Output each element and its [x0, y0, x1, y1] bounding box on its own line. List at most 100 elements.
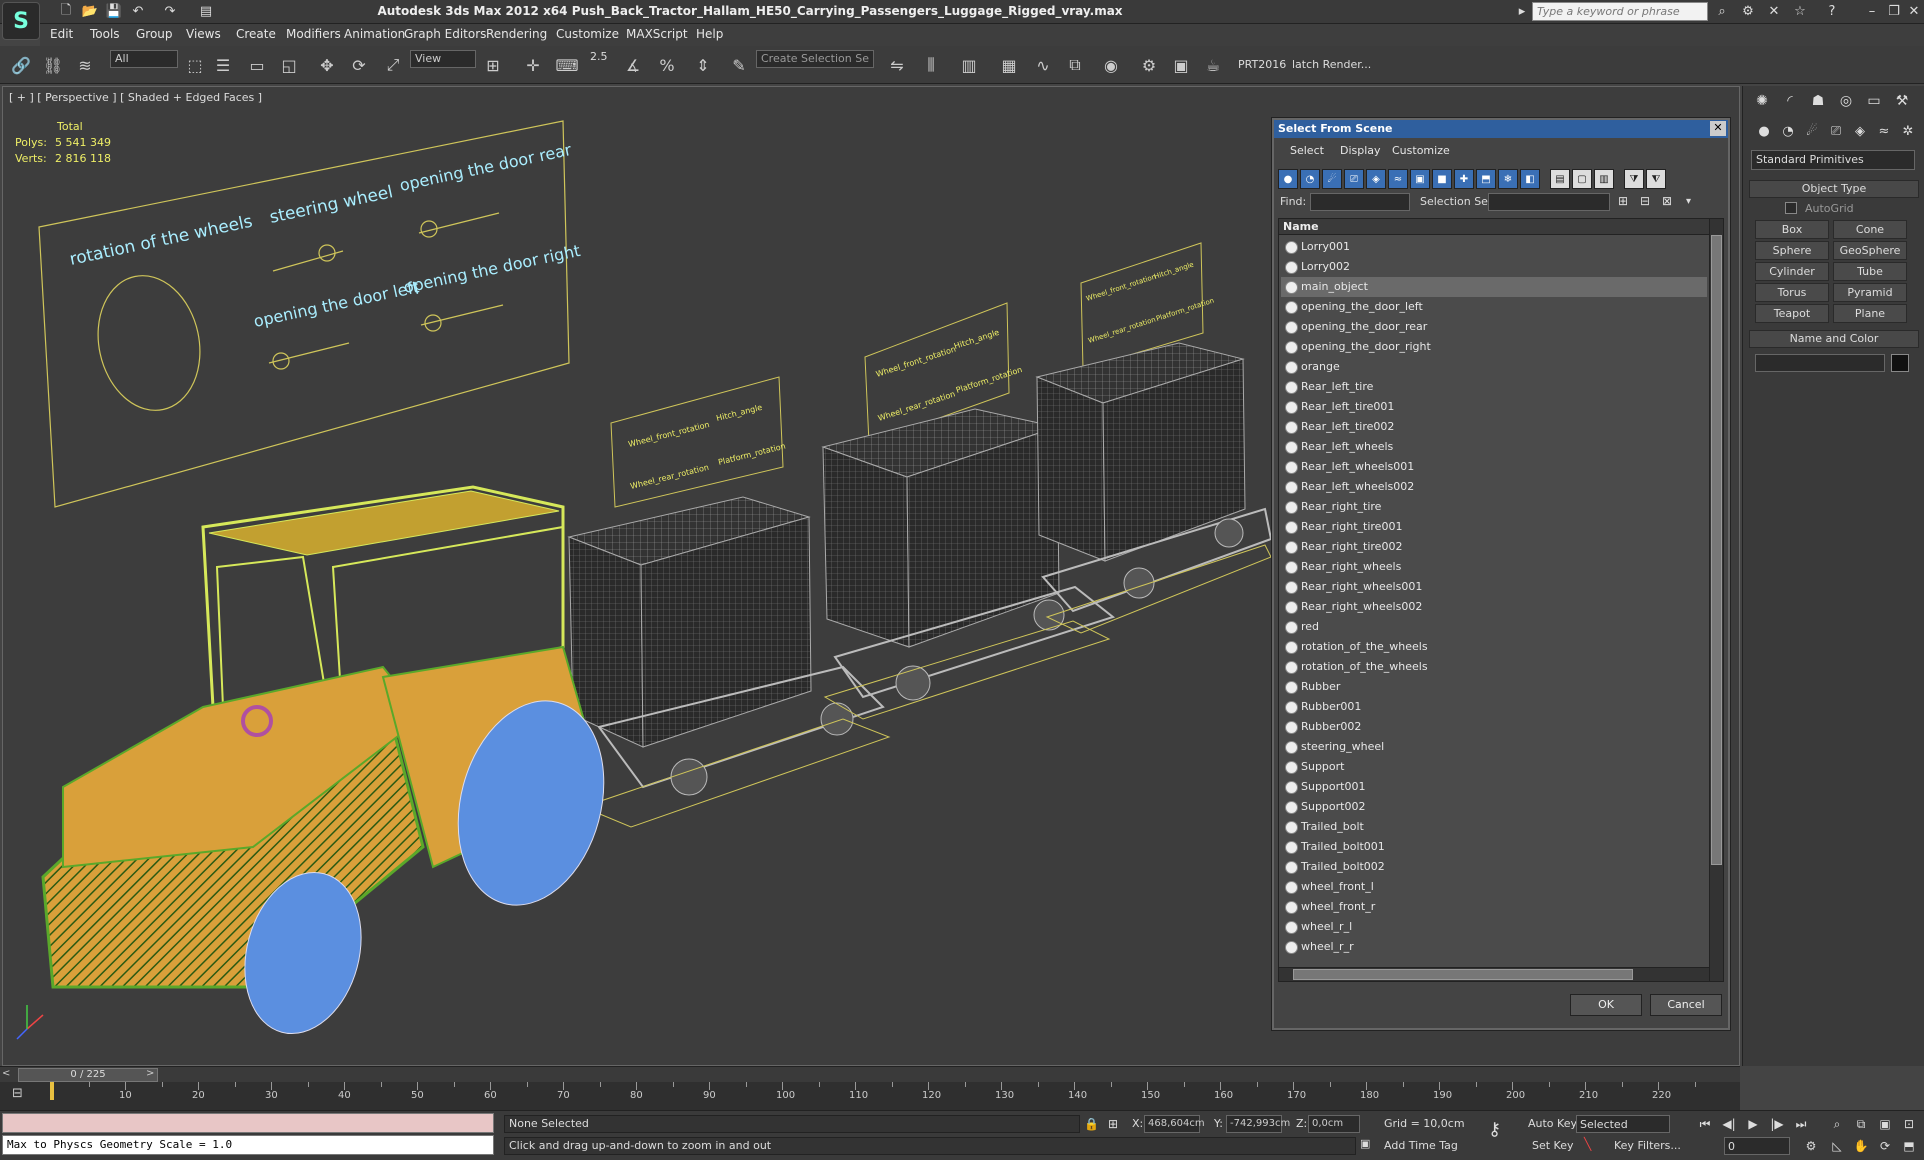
object-color-swatch[interactable] [1891, 354, 1909, 372]
zoom-icon[interactable]: ⌕ [1826, 1115, 1848, 1133]
tube-button[interactable]: Tube [1833, 262, 1907, 281]
time-slider-thumb[interactable]: 0 / 225 [18, 1068, 158, 1082]
current-frame-input[interactable]: 0 [1724, 1137, 1790, 1155]
curve-editor-icon[interactable]: ∿ [1030, 52, 1056, 78]
list-item[interactable]: Rear_right_tire002 [1281, 537, 1707, 557]
list-item[interactable]: Rear_left_wheels001 [1281, 457, 1707, 477]
filter-geometry-icon[interactable]: ● [1278, 169, 1298, 189]
select-object-icon[interactable]: ⬚ [182, 52, 208, 78]
list-item[interactable]: Rear_right_tire [1281, 497, 1707, 517]
time-tag-icon[interactable]: ▣ [1360, 1137, 1370, 1150]
filter-shapes-icon[interactable]: ◔ [1300, 169, 1320, 189]
filter-containers-icon[interactable]: ⬒ [1476, 169, 1496, 189]
menu-rendering[interactable]: Rendering [486, 27, 547, 41]
list-item[interactable]: Rear_right_tire001 [1281, 517, 1707, 537]
fov-icon[interactable]: ◺ [1826, 1137, 1848, 1155]
vertical-scroll-thumb[interactable] [1711, 235, 1722, 865]
list-item[interactable]: main_object [1281, 277, 1707, 297]
app-logo-icon[interactable]: S [2, 2, 40, 40]
pyramid-button[interactable]: Pyramid [1833, 283, 1907, 302]
go-to-end-icon[interactable]: ⏭ [1790, 1115, 1812, 1133]
menu-customize[interactable]: Customize [556, 27, 619, 41]
ok-button[interactable]: OK [1570, 994, 1642, 1016]
project-folder-icon[interactable]: ▤ [196, 2, 216, 21]
shapes-icon[interactable]: ◔ [1777, 120, 1799, 142]
next-frame-icon[interactable]: |▶ [1766, 1115, 1788, 1133]
menu-animation[interactable]: Animation [344, 27, 405, 41]
play-icon[interactable]: ▶ [1742, 1115, 1764, 1133]
select-all-icon[interactable]: ▤ [1550, 169, 1570, 189]
key-icon[interactable]: ⚷ [1488, 1119, 1501, 1140]
schematic-icon[interactable]: ⧉ [1062, 52, 1088, 78]
hierarchy-tab-icon[interactable]: ☗ [1805, 90, 1831, 112]
list-item[interactable]: Rubber002 [1281, 717, 1707, 737]
new-file-icon[interactable]: 🗋 [56, 2, 76, 21]
ref-coord-select[interactable]: View [410, 50, 476, 68]
find-input[interactable] [1310, 193, 1410, 211]
modify-tab-icon[interactable]: ◜ [1777, 90, 1803, 112]
list-item[interactable]: Support001 [1281, 777, 1707, 797]
cameras-icon[interactable]: ⎚ [1825, 120, 1847, 142]
go-to-start-icon[interactable]: ⏮ [1694, 1115, 1716, 1133]
zoom-all-icon[interactable]: ⧉ [1850, 1115, 1872, 1133]
current-frame-marker[interactable] [50, 1082, 54, 1100]
key-filters-button[interactable]: Key Filters... [1614, 1139, 1681, 1152]
filter-frozen-icon[interactable]: ❄ [1498, 169, 1518, 189]
spacewarps-icon[interactable]: ≈ [1873, 120, 1895, 142]
helpers-icon[interactable]: ◈ [1849, 120, 1871, 142]
list-item[interactable]: Rear_left_tire [1281, 377, 1707, 397]
help-icon[interactable]: ? [1822, 2, 1842, 21]
key-mode-select[interactable]: Selected [1576, 1115, 1670, 1133]
keyboard-shortcut-icon[interactable]: ⌨ [554, 52, 580, 78]
teapot-button[interactable]: Teapot [1755, 304, 1829, 323]
list-item[interactable]: Support [1281, 757, 1707, 777]
lock-icon[interactable]: 🔒 [1084, 1117, 1099, 1131]
search-input[interactable]: Type a keyword or phrase [1532, 2, 1708, 21]
scale-icon[interactable]: ⤢ [380, 52, 406, 78]
geosphere-button[interactable]: GeoSphere [1833, 241, 1907, 260]
list-item[interactable]: Lorry001 [1281, 237, 1707, 257]
list-item[interactable]: Rear_right_wheels002 [1281, 597, 1707, 617]
menu-create[interactable]: Create [236, 27, 276, 41]
list-item[interactable]: wheel_front_l [1281, 877, 1707, 897]
list-item[interactable]: Trailed_bolt [1281, 817, 1707, 837]
object-type-header[interactable]: Object Type [1749, 180, 1919, 198]
select-none-icon[interactable]: ▢ [1572, 169, 1592, 189]
menu-graph-editors[interactable]: Graph Editors [404, 27, 486, 41]
name-color-header[interactable]: Name and Color [1749, 330, 1919, 348]
list-item[interactable]: Rubber [1281, 677, 1707, 697]
angle-snap-icon[interactable]: ∡ [620, 52, 646, 78]
filter-xrefs-icon[interactable]: ■ [1432, 169, 1452, 189]
minimize-icon[interactable]: – [1862, 2, 1882, 21]
manipulate-icon[interactable]: ✛ [520, 52, 546, 78]
bind-space-warp-icon[interactable]: ≋ [72, 52, 98, 78]
menu-maxscript[interactable]: MAXScript [626, 27, 688, 41]
list-item[interactable]: rotation_of_the_wheels [1281, 657, 1707, 677]
list-item[interactable]: Rear_left_wheels [1281, 437, 1707, 457]
x-coordinate-input[interactable]: 468,604cm [1144, 1115, 1205, 1133]
cone-button[interactable]: Cone [1833, 220, 1907, 239]
undo-icon[interactable]: ↶ [128, 2, 148, 21]
zoom-extents-icon[interactable]: ▣ [1874, 1115, 1896, 1133]
select-invert-icon[interactable]: ▥ [1594, 169, 1614, 189]
utilities-tab-icon[interactable]: ⚒ [1889, 90, 1915, 112]
list-item[interactable]: Support002 [1281, 797, 1707, 817]
motion-tab-icon[interactable]: ◎ [1833, 90, 1859, 112]
list-item[interactable]: wheel_r_l [1281, 917, 1707, 937]
spinner-snap-icon[interactable]: ⇕ [690, 52, 716, 78]
track-bar[interactable]: ⊟ 10 20 30 40 50 60 70 80 90 100 110 120 130 140 150 16… [0, 1082, 1740, 1110]
layer-manager-icon[interactable]: ▥ [956, 52, 982, 78]
menu-tools[interactable]: Tools [90, 27, 120, 41]
cylinder-button[interactable]: Cylinder [1755, 262, 1829, 281]
list-vertical-scrollbar[interactable] [1709, 219, 1723, 981]
set-key-button[interactable]: Set Key [1532, 1139, 1574, 1152]
list-item[interactable]: steering_wheel [1281, 737, 1707, 757]
selection-filter-select[interactable]: All [110, 50, 178, 68]
geometry-icon[interactable]: ● [1753, 120, 1775, 142]
search-arrow-icon[interactable]: ▸ [1512, 2, 1532, 21]
filter-bones-icon[interactable]: ✚ [1454, 169, 1474, 189]
prev-frame-icon[interactable]: ◀| [1718, 1115, 1740, 1133]
list-item[interactable]: wheel_r_r [1281, 937, 1707, 957]
filter-settings-icon[interactable]: ⧨ [1646, 169, 1666, 189]
maximize-viewport-icon[interactable]: ⬒ [1898, 1137, 1920, 1155]
